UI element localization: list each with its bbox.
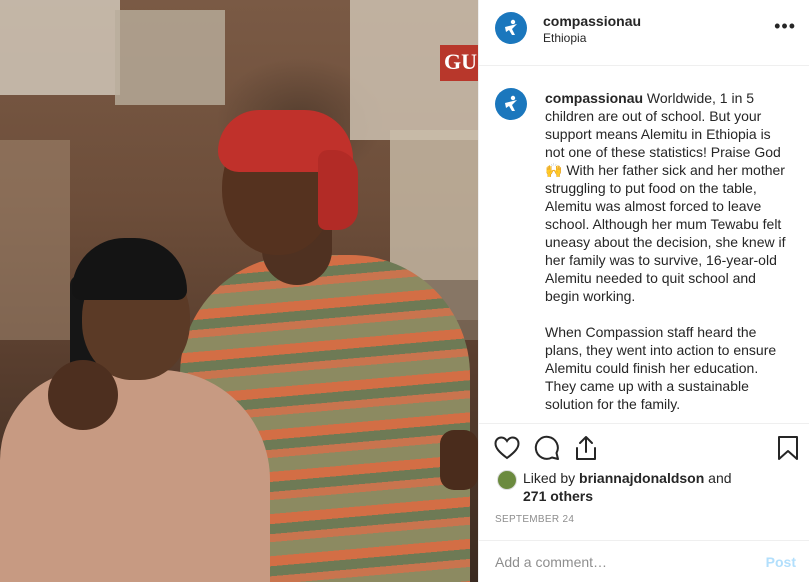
avatar[interactable] [497,470,517,490]
post-date[interactable]: SEPTEMBER 24 [495,514,574,525]
likes-others-link[interactable]: 271 others [523,488,593,504]
likes-middle: and [704,470,732,486]
compassion-logo-icon [505,95,517,111]
hand [440,430,478,490]
liker-username[interactable]: briannajdonaldson [579,470,704,486]
likes-prefix: Liked by [523,470,580,486]
wall-poster-red: GU [440,45,478,81]
caption: compassionau Worldwide, 1 in 5 children … [545,89,790,423]
wall-newspaper [0,0,120,95]
share-icon[interactable] [572,434,600,462]
black-headwrap [72,238,187,300]
post-comment-button[interactable]: Post [766,554,796,570]
more-options-icon[interactable]: ••• [774,16,796,37]
wall-patch [0,140,70,340]
red-headscarf-tail [318,150,358,230]
post-header: compassionau Ethiopia ••• [479,0,809,66]
post-location[interactable]: Ethiopia [543,31,586,45]
likes-text: Liked by briannajdonaldson and 271 others [523,469,783,505]
avatar[interactable] [495,88,527,120]
comment-bar: Post [479,540,809,582]
hand-on-shoulder [48,360,118,430]
action-bar [479,423,809,473]
older-woman-cardigan [0,370,270,582]
comment-input[interactable] [495,551,745,573]
post-photo[interactable]: GU [0,0,478,582]
post-side-panel: compassionau Ethiopia ••• compassionau W… [478,0,809,582]
post-username[interactable]: compassionau [543,13,641,29]
caption-text: Worldwide, 1 in 5 children are out of sc… [545,90,786,304]
wall-newspaper [115,10,225,105]
caption-username[interactable]: compassionau [545,90,643,106]
caption-scroll-area[interactable]: compassionau Worldwide, 1 in 5 children … [479,67,809,423]
caption-text-2: When Compassion staff heard the plans, t… [545,324,777,412]
comment-icon[interactable] [533,434,561,462]
bookmark-icon[interactable] [774,434,802,462]
compassion-logo-icon [505,19,517,35]
avatar[interactable] [495,12,527,44]
heart-icon[interactable] [493,434,521,462]
